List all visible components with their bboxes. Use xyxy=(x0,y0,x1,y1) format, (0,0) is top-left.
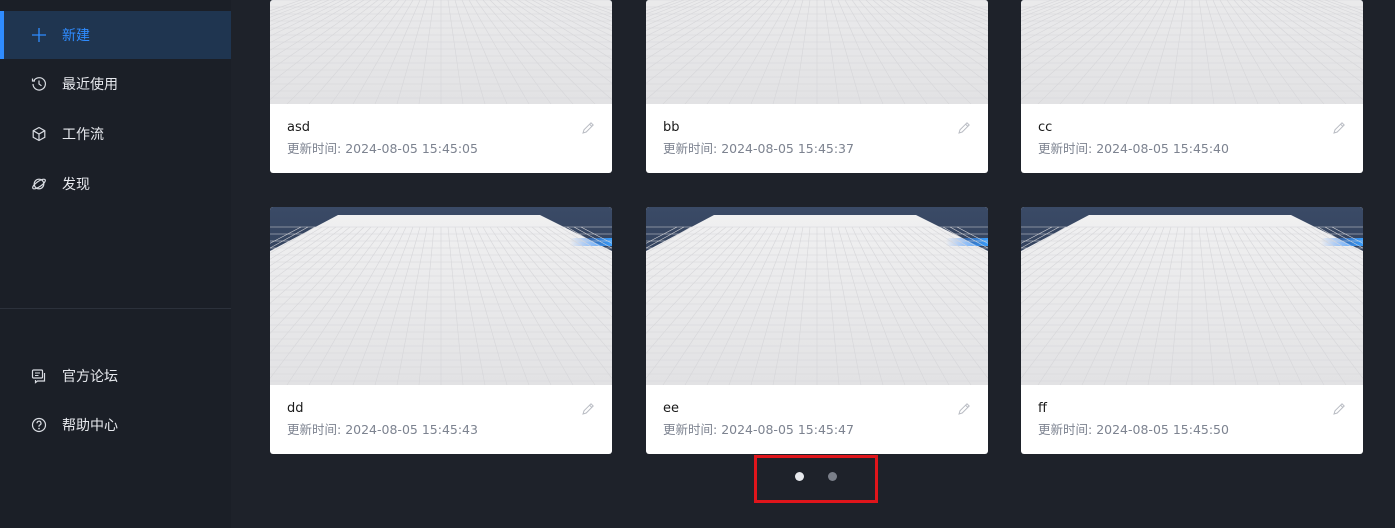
card-info: dd 更新时间: 2024-08-05 15:45:43 xyxy=(270,385,612,454)
sidebar-item-recent[interactable]: 最近使用 xyxy=(0,60,231,108)
project-card[interactable]: ff 更新时间: 2024-08-05 15:45:50 xyxy=(1021,207,1363,454)
page-dot[interactable] xyxy=(795,472,804,481)
edit-icon[interactable] xyxy=(957,401,971,415)
card-info: ee 更新时间: 2024-08-05 15:45:47 xyxy=(646,385,988,454)
update-time-value: 2024-08-05 15:45:40 xyxy=(1096,141,1229,156)
project-thumbnail xyxy=(270,207,612,385)
project-grid: asd 更新时间: 2024-08-05 15:45:05 bb 更新时间: 2… xyxy=(231,0,1395,528)
update-time: 更新时间: 2024-08-05 15:45:43 xyxy=(287,422,612,437)
update-time: 更新时间: 2024-08-05 15:45:47 xyxy=(663,422,988,437)
sidebar: 新建 最近使用 工作流 发现 官方论坛 帮助中心 xyxy=(0,0,231,528)
card-info: ff 更新时间: 2024-08-05 15:45:50 xyxy=(1021,385,1363,454)
project-name: ee xyxy=(663,401,679,416)
plus-icon xyxy=(31,27,47,43)
edit-icon[interactable] xyxy=(581,120,595,134)
update-time-value: 2024-08-05 15:45:43 xyxy=(345,422,478,437)
project-card[interactable]: asd 更新时间: 2024-08-05 15:45:05 xyxy=(270,0,612,173)
project-thumbnail xyxy=(1021,0,1363,104)
sidebar-item-forum[interactable]: 官方论坛 xyxy=(0,352,231,400)
update-time: 更新时间: 2024-08-05 15:45:50 xyxy=(1038,422,1363,437)
edit-icon[interactable] xyxy=(1332,401,1346,415)
project-card[interactable]: bb 更新时间: 2024-08-05 15:45:37 xyxy=(646,0,988,173)
sidebar-item-new[interactable]: 新建 xyxy=(0,11,231,59)
sidebar-item-label: 发现 xyxy=(62,177,90,193)
update-time-value: 2024-08-05 15:45:47 xyxy=(721,422,854,437)
update-time-label: 更新时间: xyxy=(287,141,342,156)
project-thumbnail xyxy=(1021,207,1363,385)
planet-icon xyxy=(31,176,47,192)
sidebar-divider xyxy=(0,308,231,309)
card-info: bb 更新时间: 2024-08-05 15:45:37 xyxy=(646,104,988,173)
forum-icon xyxy=(31,368,47,384)
sidebar-item-label: 帮助中心 xyxy=(62,418,118,434)
help-icon xyxy=(31,417,47,433)
project-thumbnail xyxy=(270,0,612,104)
sidebar-item-workflow[interactable]: 工作流 xyxy=(0,110,231,158)
sidebar-item-label: 工作流 xyxy=(62,127,104,143)
sidebar-item-help[interactable]: 帮助中心 xyxy=(0,401,231,449)
sidebar-item-label: 新建 xyxy=(62,28,90,44)
update-time: 更新时间: 2024-08-05 15:45:40 xyxy=(1038,141,1363,156)
cube-icon xyxy=(31,126,47,142)
project-card[interactable]: ee 更新时间: 2024-08-05 15:45:47 xyxy=(646,207,988,454)
edit-icon[interactable] xyxy=(1332,120,1346,134)
update-time-label: 更新时间: xyxy=(287,422,342,437)
sidebar-item-label: 官方论坛 xyxy=(62,369,118,385)
update-time-label: 更新时间: xyxy=(663,422,718,437)
pagination-dots xyxy=(754,455,878,503)
update-time-label: 更新时间: xyxy=(1038,141,1093,156)
card-info: asd 更新时间: 2024-08-05 15:45:05 xyxy=(270,104,612,173)
edit-icon[interactable] xyxy=(581,401,595,415)
update-time-value: 2024-08-05 15:45:37 xyxy=(721,141,854,156)
project-thumbnail xyxy=(646,0,988,104)
project-card[interactable]: cc 更新时间: 2024-08-05 15:45:40 xyxy=(1021,0,1363,173)
update-time: 更新时间: 2024-08-05 15:45:05 xyxy=(287,141,612,156)
project-name: cc xyxy=(1038,120,1053,135)
page-dot[interactable] xyxy=(828,472,837,481)
history-icon xyxy=(31,76,47,92)
update-time-value: 2024-08-05 15:45:50 xyxy=(1096,422,1229,437)
update-time-label: 更新时间: xyxy=(663,141,718,156)
project-card[interactable]: dd 更新时间: 2024-08-05 15:45:43 xyxy=(270,207,612,454)
update-time: 更新时间: 2024-08-05 15:45:37 xyxy=(663,141,988,156)
sidebar-item-discover[interactable]: 发现 xyxy=(0,160,231,208)
project-thumbnail xyxy=(646,207,988,385)
update-time-value: 2024-08-05 15:45:05 xyxy=(345,141,478,156)
edit-icon[interactable] xyxy=(957,120,971,134)
card-info: cc 更新时间: 2024-08-05 15:45:40 xyxy=(1021,104,1363,173)
update-time-label: 更新时间: xyxy=(1038,422,1093,437)
project-name: ff xyxy=(1038,401,1047,416)
sidebar-item-label: 最近使用 xyxy=(62,77,118,93)
project-name: dd xyxy=(287,401,304,416)
project-name: bb xyxy=(663,120,680,135)
project-name: asd xyxy=(287,120,310,135)
